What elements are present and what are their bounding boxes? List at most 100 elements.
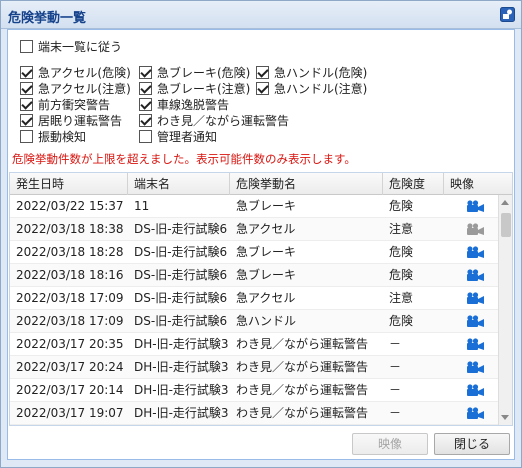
dialog-window: 危険挙動一覧 端末一覧に従う 急アクセル(危険) 急ブレーキ(危険) 急ハンドル(危… (0, 0, 522, 468)
video-camera-icon[interactable] (466, 338, 485, 351)
filter-checkbox[interactable]: 急ブレーキ(危険) (139, 64, 250, 80)
checkbox-box[interactable] (139, 113, 152, 127)
limit-warning-text: 危険挙動件数が上限を超えました。表示可能件数のみ表示します。 (12, 152, 356, 166)
cell-event: わき見／ながら運転警告 (236, 383, 369, 397)
column-header-date[interactable]: 発生日時 (10, 173, 128, 195)
video-camera-icon[interactable] (466, 407, 485, 420)
video-camera-icon[interactable] (466, 200, 485, 213)
table-header: 発生日時 端末名 危険挙動名 危険度 映像 (10, 173, 512, 195)
filter-checkbox-label: 急アクセル(危険) (38, 65, 131, 80)
filter-checkbox[interactable]: 車線逸脱警告 (139, 96, 229, 112)
checkbox-box[interactable] (20, 97, 33, 111)
filter-checkbox[interactable]: 急アクセル(危険) (20, 64, 131, 80)
filter-checkbox-label: 前方衝突警告 (38, 97, 111, 112)
events-table: 発生日時 端末名 危険挙動名 危険度 映像 2022/03/22 15:37 11… (9, 172, 513, 426)
column-header-level[interactable]: 危険度 (383, 173, 444, 195)
cell-event: わき見／ながら運転警告 (236, 360, 369, 374)
cell-device: DS-旧-走行試験6 (134, 268, 228, 282)
cell-date: 2022/03/18 17:09 (16, 291, 124, 305)
table-row[interactable]: 2022/03/18 17:09 DS-旧-走行試験6 急アクセル 注意 (10, 287, 498, 310)
cell-level: － (389, 360, 402, 374)
cell-event: 急アクセル (236, 291, 296, 305)
close-button[interactable]: 閉じる (434, 433, 510, 455)
vertical-scrollbar[interactable] (498, 195, 512, 425)
help-icon[interactable] (500, 7, 515, 22)
video-camera-icon[interactable] (466, 361, 485, 374)
filter-checkbox[interactable]: 前方衝突警告 (20, 96, 110, 112)
filter-checkbox[interactable]: 管理者通知 (139, 128, 217, 144)
cell-device: 11 (134, 199, 150, 213)
filter-checkbox[interactable]: 居眠り運転警告 (20, 112, 122, 128)
cell-level: 危険 (389, 245, 414, 259)
scroll-down-icon[interactable] (501, 415, 509, 420)
checkbox-box[interactable] (20, 81, 33, 95)
checkbox-box[interactable] (139, 97, 152, 111)
column-header-device[interactable]: 端末名 (128, 173, 230, 195)
cell-level: 注意 (389, 291, 414, 305)
cell-device: DS-旧-走行試験6 (134, 245, 228, 259)
table-row[interactable]: 2022/03/22 15:37 11 急ブレーキ 危険 (10, 195, 498, 218)
checkbox-box[interactable] (139, 81, 152, 95)
filter-checkbox[interactable]: 急ハンドル(危険) (256, 64, 367, 80)
follow-device-list-label: 端末一覧に従う (38, 39, 123, 54)
cell-date: 2022/03/17 19:07 (16, 406, 124, 420)
table-row[interactable]: 2022/03/17 19:07 DH-旧-走行試験3 わき見／ながら運転警告 － (10, 402, 498, 425)
cell-device: DH-旧-走行試験3 (134, 406, 229, 420)
follow-device-list-checkbox[interactable]: 端末一覧に従う (20, 38, 122, 54)
table-row[interactable]: 2022/03/18 18:16 DS-旧-走行試験6 急ブレーキ 危険 (10, 264, 498, 287)
cell-event: 急ブレーキ (236, 268, 297, 282)
filter-checkbox[interactable]: 急ブレーキ(注意) (139, 80, 250, 96)
table-row[interactable]: 2022/03/17 20:24 DH-旧-走行試験3 わき見／ながら運転警告 － (10, 356, 498, 379)
cell-date: 2022/03/18 18:38 (16, 222, 124, 236)
filter-checkbox-label: 急アクセル(注意) (38, 81, 131, 96)
table-row[interactable]: 2022/03/18 18:38 DS-旧-走行試験6 急アクセル 注意 (10, 218, 498, 241)
cell-level: 注意 (389, 222, 414, 236)
scroll-up-icon[interactable] (501, 200, 509, 205)
video-button[interactable]: 映像 (352, 433, 428, 455)
cell-device: DS-旧-走行試験6 (134, 222, 228, 236)
column-header-event[interactable]: 危険挙動名 (230, 173, 383, 195)
cell-level: 危険 (389, 268, 414, 282)
filter-checkbox-label: 振動検知 (38, 129, 87, 144)
dialog-body: 端末一覧に従う 急アクセル(危険) 急ブレーキ(危険) 急ハンドル(危険) 急アクセル… (7, 29, 515, 460)
checkbox-box[interactable] (139, 65, 152, 79)
video-camera-icon[interactable] (466, 292, 485, 305)
checkbox-box[interactable] (256, 81, 269, 95)
table-row[interactable]: 2022/03/18 18:28 DS-旧-走行試験6 急ブレーキ 危険 (10, 241, 498, 264)
video-camera-icon[interactable] (466, 384, 485, 397)
video-camera-icon[interactable] (466, 315, 485, 328)
filter-checkbox-label: わき見／ながら運転警告 (157, 113, 290, 128)
checkbox-box[interactable] (20, 65, 33, 79)
filter-checkbox[interactable]: 急ハンドル(注意) (256, 80, 367, 96)
video-camera-icon[interactable] (466, 246, 485, 259)
filter-checkbox[interactable]: わき見／ながら運転警告 (139, 112, 289, 128)
table-row[interactable]: 2022/03/17 20:35 DH-旧-走行試験3 わき見／ながら運転警告 － (10, 333, 498, 356)
filter-checkbox-label: 急ブレーキ(危険) (157, 65, 251, 80)
cell-level: － (389, 337, 402, 351)
cell-device: DS-旧-走行試験6 (134, 314, 228, 328)
checkbox-box[interactable] (20, 113, 33, 127)
filter-checkbox-label: 居眠り運転警告 (38, 113, 123, 128)
table-row[interactable]: 2022/03/17 20:14 DH-旧-走行試験3 わき見／ながら運転警告 － (10, 379, 498, 402)
cell-date: 2022/03/17 20:24 (16, 360, 124, 374)
cell-event: わき見／ながら運転警告 (236, 406, 369, 420)
checkbox-box[interactable] (256, 65, 269, 79)
cell-device: DH-旧-走行試験3 (134, 383, 229, 397)
filter-checkbox[interactable]: 急アクセル(注意) (20, 80, 131, 96)
filter-checkbox-label: 車線逸脱警告 (157, 97, 230, 112)
cell-date: 2022/03/18 18:16 (16, 268, 124, 282)
filter-checkbox-label: 急ハンドル(注意) (274, 81, 368, 96)
table-row[interactable]: 2022/03/18 17:09 DS-旧-走行試験6 急ハンドル 危険 (10, 310, 498, 333)
scroll-thumb[interactable] (501, 213, 511, 237)
cell-date: 2022/03/18 17:09 (16, 314, 124, 328)
checkbox-box[interactable] (139, 129, 152, 143)
table-body: 2022/03/22 15:37 11 急ブレーキ 危険 2022/03/18 18:3… (10, 195, 498, 425)
filter-checkbox[interactable]: 振動検知 (20, 128, 86, 144)
column-header-video[interactable]: 映像 (444, 173, 512, 195)
video-camera-icon[interactable] (466, 269, 485, 282)
video-camera-icon (466, 223, 485, 236)
checkbox-box[interactable] (20, 39, 33, 53)
title-bar: 危険挙動一覧 (1, 1, 521, 29)
cell-device: DS-旧-走行試験6 (134, 291, 228, 305)
checkbox-box[interactable] (20, 129, 33, 143)
